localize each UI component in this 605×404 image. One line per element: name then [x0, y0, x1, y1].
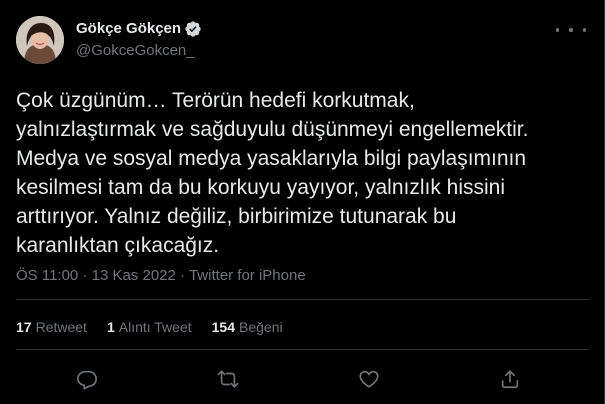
avatar-photo	[16, 16, 64, 64]
author-name-row: Gökçe Gökçen	[76, 19, 202, 39]
avatar[interactable]	[16, 16, 64, 64]
more-dots-icon[interactable]	[556, 20, 586, 40]
author-handle[interactable]: @GokceGokcen_	[76, 41, 195, 61]
tweet-time[interactable]: ÖS 11:00	[16, 267, 78, 284]
share-button[interactable]	[496, 365, 524, 393]
verified-badge-icon	[184, 20, 202, 38]
tweet-date[interactable]: 13 Kas 2022	[92, 267, 176, 284]
tweet-source[interactable]: Twitter for iPhone	[189, 267, 306, 284]
retweets-stat[interactable]: 17 Retweet	[16, 317, 87, 337]
tweet-stats: 17 Retweet 1 Alıntı Tweet 154 Beğeni	[16, 317, 303, 337]
quotes-count: 1	[106, 319, 115, 335]
retweets-label: Retweet	[35, 319, 87, 335]
quotes-label: Alıntı Tweet	[118, 319, 192, 335]
tweet-text: Çok üzgünüm… Terörün hedefi korkutmak, y…	[16, 89, 529, 257]
retweet-icon	[217, 370, 239, 388]
likes-count: 154	[211, 319, 235, 335]
author-display-name[interactable]: Gökçe Gökçen	[76, 19, 181, 39]
heart-icon	[359, 370, 379, 388]
reply-button[interactable]	[73, 365, 101, 393]
retweet-button[interactable]	[214, 365, 242, 393]
like-button[interactable]	[355, 365, 383, 393]
retweets-count: 17	[16, 319, 32, 335]
reply-icon	[77, 370, 97, 390]
tweet-card: Gökçe Gökçen @GokceGokcen_ Çok üzgünüm… …	[0, 0, 605, 404]
likes-stat[interactable]: 154 Beğeni	[212, 317, 283, 337]
divider	[16, 349, 589, 350]
likes-label: Beğeni	[239, 319, 283, 335]
quotes-stat[interactable]: 1 Alıntı Tweet	[107, 317, 192, 337]
tweet-actions	[0, 365, 605, 393]
tweet-meta: ÖS 11:00 · 13 Kas 2022 · Twitter for iPh…	[16, 266, 306, 286]
share-icon	[501, 370, 519, 389]
divider	[16, 299, 589, 300]
